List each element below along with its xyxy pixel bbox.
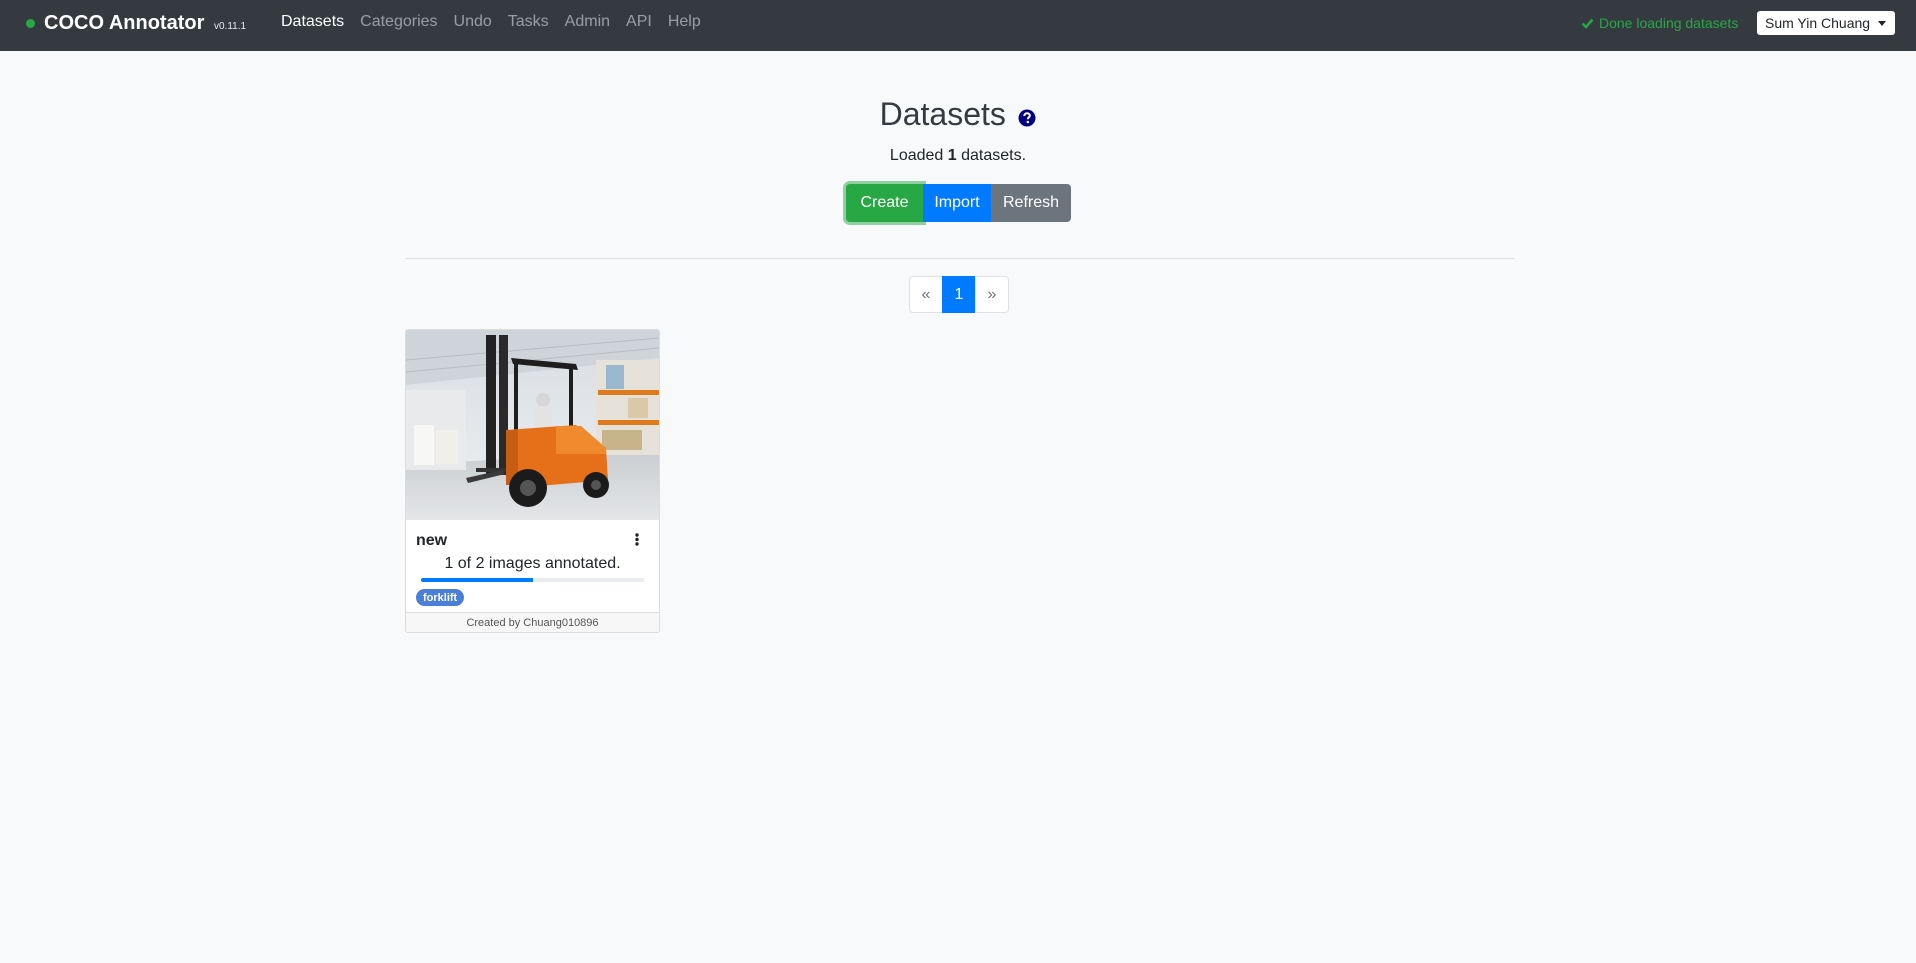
pagination: « 1 » — [909, 276, 1009, 313]
loaded-count: 1 — [947, 147, 957, 164]
connection-status-icon — [26, 19, 35, 28]
loaded-prefix: Loaded — [889, 147, 944, 164]
dataset-name[interactable]: new — [416, 532, 447, 550]
dataset-card[interactable]: new 1 of 2 images annotated. forklift Cr… — [405, 329, 660, 633]
nav-link-undo[interactable]: Undo — [446, 13, 500, 31]
nav-link-datasets[interactable]: Datasets — [273, 13, 352, 31]
nav-links: Datasets Categories Undo Tasks Admin API… — [273, 13, 709, 31]
loading-status: Done loading datasets — [1581, 15, 1738, 31]
refresh-button[interactable]: Refresh — [991, 184, 1071, 222]
page-header: Datasets — [0, 96, 1916, 133]
category-badge[interactable]: forklift — [416, 589, 465, 606]
loading-status-text: Done loading datasets — [1599, 15, 1739, 31]
loaded-suffix: datasets. — [961, 147, 1027, 164]
user-dropdown[interactable]: Sum Yin Chuang — [1757, 11, 1895, 35]
dataset-thumbnail[interactable] — [406, 330, 659, 520]
create-button[interactable]: Create — [846, 184, 923, 222]
page-title: Datasets — [879, 96, 1006, 132]
nav-link-help[interactable]: Help — [660, 13, 709, 31]
question-circle-icon[interactable] — [1018, 109, 1036, 132]
caret-down-icon — [1878, 21, 1886, 26]
annotation-progress-fill — [421, 578, 533, 582]
prev-page-button[interactable]: « — [909, 276, 943, 313]
page-button-1[interactable]: 1 — [942, 276, 976, 313]
nav-link-categories[interactable]: Categories — [352, 13, 445, 31]
loaded-count-text: Loaded 1 datasets. — [0, 147, 1916, 165]
divider — [405, 258, 1515, 259]
top-navbar: COCO Annotator v0.11.1 Datasets Categori… — [0, 0, 1916, 51]
app-brand[interactable]: COCO Annotator — [44, 12, 204, 35]
nav-link-admin[interactable]: Admin — [557, 13, 618, 31]
annotation-progress-bar — [421, 578, 644, 582]
next-page-button[interactable]: » — [975, 276, 1009, 313]
check-icon — [1581, 18, 1594, 29]
nav-link-api[interactable]: API — [618, 13, 660, 31]
annotation-progress-text: 1 of 2 images annotated. — [444, 555, 621, 572]
user-name: Sum Yin Chuang — [1765, 15, 1871, 31]
import-button[interactable]: Import — [923, 184, 991, 222]
app-version: v0.11.1 — [214, 21, 247, 32]
nav-link-tasks[interactable]: Tasks — [500, 13, 557, 31]
kebab-icon[interactable] — [635, 533, 639, 551]
dataset-actions: Create Import Refresh — [846, 184, 1071, 222]
card-footer: Created by Chuang010896 — [406, 612, 659, 632]
